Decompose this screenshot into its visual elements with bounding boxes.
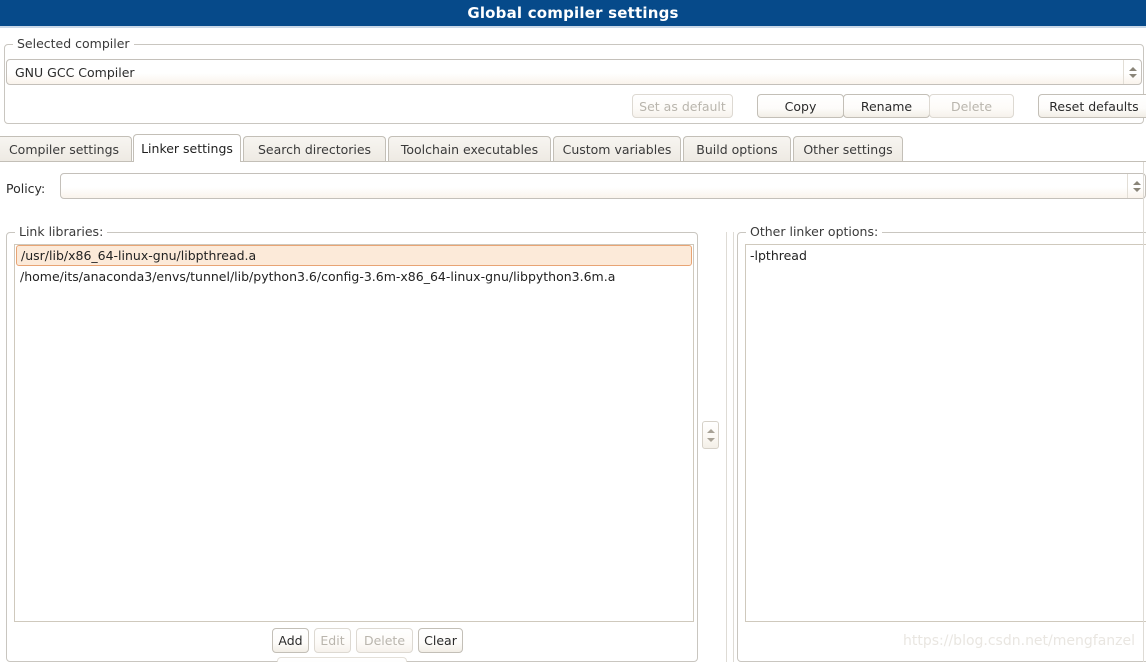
reset-defaults-button[interactable]: Reset defaults (1038, 94, 1146, 118)
window-title: Global compiler settings (467, 4, 679, 22)
watermark-text: https://blog.csdn.net/mengfanzel (903, 633, 1135, 649)
tab-custom-variables[interactable]: Custom variables (553, 136, 681, 161)
tab-toolchain-executables-label: Toolchain executables (400, 141, 539, 157)
add-library-label: Add (278, 633, 303, 648)
tab-build-options-label: Build options (696, 141, 778, 157)
delete-library-button[interactable]: Delete (356, 628, 413, 653)
list-item[interactable]: /usr/lib/x86_64-linux-gnu/libpthread.a (16, 245, 692, 266)
policy-combo[interactable] (60, 173, 1146, 199)
delete-compiler-label: Delete (950, 98, 993, 114)
tab-compiler-settings[interactable]: Compiler settings (0, 136, 132, 161)
selected-compiler-group-label: Selected compiler (13, 36, 134, 51)
edge-rule (726, 232, 727, 662)
library-reorder-spinner[interactable] (702, 421, 719, 449)
clear-libraries-label: Clear (424, 633, 457, 648)
add-library-button[interactable]: Add (272, 628, 309, 653)
tab-compiler-settings-label: Compiler settings (8, 141, 120, 157)
tab-linker-settings-label: Linker settings (141, 141, 233, 156)
settings-tabstrip: Compiler settings Linker settings Search… (0, 134, 1146, 162)
copy-button[interactable]: Copy (757, 94, 844, 118)
global-compiler-settings-window: Global compiler settings Selected compil… (0, 0, 1146, 662)
set-as-default-label: Set as default (639, 98, 726, 114)
link-libraries-group-label: Link libraries: (15, 224, 108, 239)
triangle-down-icon (1132, 187, 1141, 192)
list-item-label: /home/its/anaconda3/envs/tunnel/lib/pyth… (20, 269, 616, 284)
partially-visible-button[interactable] (277, 657, 407, 662)
triangle-up-icon (1128, 66, 1137, 71)
clear-libraries-button[interactable]: Clear (418, 628, 463, 653)
selected-compiler-spinner[interactable] (1123, 60, 1141, 84)
window-title-bar: Global compiler settings (0, 0, 1146, 26)
triangle-up-icon (1132, 180, 1141, 185)
list-item[interactable]: /home/its/anaconda3/envs/tunnel/lib/pyth… (15, 266, 693, 287)
triangle-down-icon (1128, 73, 1137, 78)
tab-build-options[interactable]: Build options (683, 136, 791, 161)
title-underline (0, 26, 1146, 28)
selected-compiler-value: GNU GCC Compiler (15, 64, 135, 80)
triangle-up-icon (706, 428, 715, 433)
tab-search-directories[interactable]: Search directories (243, 136, 386, 161)
selected-compiler-combo[interactable]: GNU GCC Compiler (6, 59, 1142, 85)
tab-other-settings[interactable]: Other settings (793, 136, 903, 161)
delete-compiler-button[interactable]: Delete (929, 94, 1014, 118)
other-linker-options-value: -lpthread (750, 248, 807, 263)
tab-other-settings-label: Other settings (803, 141, 893, 157)
edge-rule (1143, 162, 1144, 662)
other-linker-options-textarea[interactable]: -lpthread (745, 244, 1146, 622)
delete-library-label: Delete (363, 633, 406, 648)
rename-button[interactable]: Rename (843, 94, 930, 118)
tab-toolchain-executables[interactable]: Toolchain executables (388, 136, 551, 161)
triangle-down-icon (706, 437, 715, 442)
rename-label: Rename (860, 98, 913, 114)
set-as-default-button[interactable]: Set as default (632, 94, 733, 118)
policy-label: Policy: (6, 181, 46, 196)
edge-rule (733, 232, 734, 662)
edit-library-label: Edit (320, 633, 345, 648)
other-linker-options-group-label: Other linker options: (746, 224, 883, 239)
link-libraries-list[interactable]: /usr/lib/x86_64-linux-gnu/libpthread.a /… (14, 244, 694, 622)
edit-library-button[interactable]: Edit (314, 628, 351, 653)
list-item-label: /usr/lib/x86_64-linux-gnu/libpthread.a (21, 248, 257, 263)
tab-search-directories-label: Search directories (257, 141, 372, 157)
copy-label: Copy (784, 98, 817, 114)
tab-custom-variables-label: Custom variables (562, 141, 672, 157)
tab-linker-settings[interactable]: Linker settings (133, 134, 241, 162)
reset-defaults-label: Reset defaults (1049, 98, 1139, 114)
